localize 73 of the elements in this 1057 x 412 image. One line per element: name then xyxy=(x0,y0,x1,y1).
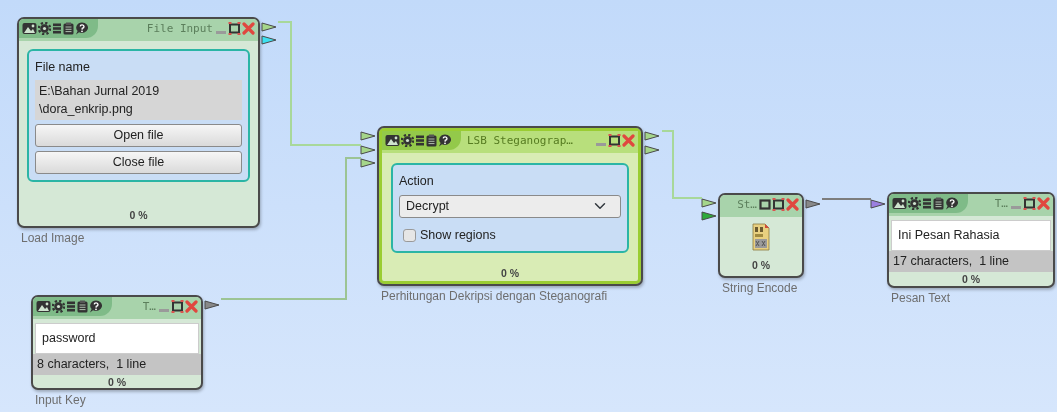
show-regions-checkbox[interactable] xyxy=(403,228,416,242)
port-connector[interactable] xyxy=(261,21,277,32)
list-icon[interactable] xyxy=(52,22,62,35)
node-panel[interactable]: File Input File name E:\Bahan Jurnal 2019 \dora_enkrip.png Open file Close file 0 % xyxy=(17,17,260,228)
status-text: 8 characters, 1 line xyxy=(33,353,201,375)
help-icon[interactable] xyxy=(945,197,959,210)
file-path-field[interactable]: E:\Bahan Jurnal 2019 \dora_enkrip.png xyxy=(35,79,242,120)
progress-text: 0 % xyxy=(750,258,772,274)
node-title: St… xyxy=(736,197,758,213)
port-connector[interactable] xyxy=(701,210,717,221)
action-dropdown[interactable]: Decrypt xyxy=(399,194,621,218)
list-icon[interactable] xyxy=(415,134,425,147)
port-connector[interactable] xyxy=(805,198,821,209)
progress-text: 0 % xyxy=(106,374,128,388)
image-icon[interactable] xyxy=(22,22,37,35)
field-label: Action xyxy=(399,173,435,190)
progress-text: 0 % xyxy=(960,271,982,286)
port-connector[interactable] xyxy=(360,130,376,141)
clipboard-icon[interactable] xyxy=(426,134,437,147)
node-caption: String Encode xyxy=(722,282,799,296)
maximize-icon[interactable] xyxy=(171,300,184,313)
port-connector[interactable] xyxy=(701,197,717,208)
image-icon[interactable] xyxy=(36,300,51,313)
node-title: File Input xyxy=(145,21,214,37)
node-caption: Pesan Text xyxy=(891,292,952,306)
node-panel[interactable]: T… Ini Pesan Rahasia 17 characters, 1 line 0 % xyxy=(887,192,1055,288)
node-caption: Load Image xyxy=(21,232,86,246)
image-icon[interactable] xyxy=(385,134,400,147)
checkbox-label: Show regions xyxy=(420,226,496,244)
binary-file-icon xyxy=(752,223,770,251)
connector-line xyxy=(661,130,703,199)
gear-icon[interactable] xyxy=(52,300,65,313)
maximize-icon[interactable] xyxy=(772,198,785,211)
text-field[interactable]: password xyxy=(35,323,199,354)
text-field[interactable]: Ini Pesan Rahasia xyxy=(891,220,1051,251)
node-caption: Input Key xyxy=(35,394,87,408)
clipboard-icon[interactable] xyxy=(63,22,74,35)
list-icon[interactable] xyxy=(922,197,932,210)
restore-icon[interactable] xyxy=(759,198,771,211)
node-panel[interactable]: St… 0 % xyxy=(718,193,804,278)
file-button[interactable]: Close file xyxy=(35,150,242,174)
progress-text: 0 % xyxy=(128,208,149,224)
field-label: File name xyxy=(35,59,91,76)
maximize-icon[interactable] xyxy=(1023,197,1036,210)
port-connector[interactable] xyxy=(360,144,376,155)
node-panel[interactable]: T… password 8 characters, 1 line 0 % xyxy=(31,295,203,390)
help-icon[interactable] xyxy=(75,22,89,35)
progress-text: 0 % xyxy=(499,266,521,282)
gear-icon[interactable] xyxy=(908,197,921,210)
node-title: T… xyxy=(141,299,157,315)
clipboard-icon[interactable] xyxy=(933,197,944,210)
help-icon[interactable] xyxy=(438,134,452,147)
port-connector[interactable] xyxy=(870,198,886,209)
port-connector[interactable] xyxy=(360,157,376,168)
maximize-icon[interactable] xyxy=(608,134,621,147)
status-text: 17 characters, 1 line xyxy=(889,250,1053,272)
gear-icon[interactable] xyxy=(38,22,51,35)
file-button[interactable]: Open file xyxy=(35,123,242,147)
node-panel[interactable]: LSB Steganograp… Action Decrypt Show regions 0 % xyxy=(377,126,643,286)
node-caption: Perhitungan Dekripsi dengan Steganografi xyxy=(381,290,609,304)
clipboard-icon[interactable] xyxy=(77,300,88,313)
port-connector[interactable] xyxy=(261,34,277,45)
list-icon[interactable] xyxy=(66,300,76,313)
node-title: T… xyxy=(993,196,1009,212)
gear-icon[interactable] xyxy=(401,134,414,147)
maximize-icon[interactable] xyxy=(228,22,241,35)
port-connector[interactable] xyxy=(644,144,660,155)
port-connector[interactable] xyxy=(204,299,220,310)
port-connector[interactable] xyxy=(644,130,660,141)
help-icon[interactable] xyxy=(89,300,103,313)
connector-line xyxy=(821,198,872,200)
image-icon[interactable] xyxy=(892,197,907,210)
node-title: LSB Steganograp… xyxy=(466,133,574,149)
